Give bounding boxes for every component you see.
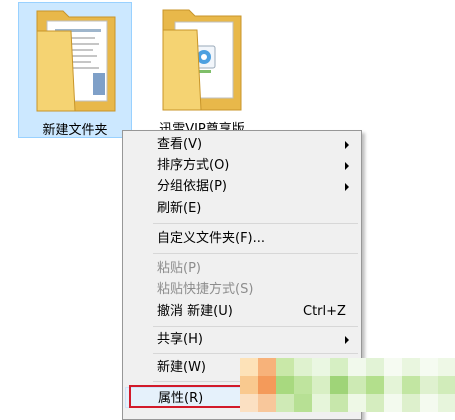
menu-item-label: 分组依据(P): [157, 179, 227, 194]
menu-item-customize-folder[interactable]: 自定义文件夹(F)...: [125, 228, 359, 249]
menu-item-paste-shortcut: 粘贴快捷方式(S): [125, 279, 359, 300]
menu-item-share[interactable]: 共享(H): [125, 329, 359, 350]
menu-item-refresh[interactable]: 刷新(E): [125, 198, 359, 219]
highlight-annotation-box: [129, 385, 246, 408]
menu-item-label: 排序方式(O): [157, 158, 230, 173]
folder-icon: [36, 10, 116, 112]
menu-separator: [153, 223, 358, 224]
menu-item-label: 查看(V): [157, 137, 203, 152]
menu-item-sort-by[interactable]: 排序方式(O): [125, 155, 359, 176]
menu-item-group-by[interactable]: 分组依据(P): [125, 176, 359, 197]
menu-item-label: 粘贴(P): [157, 261, 201, 276]
menu-item-paste: 粘贴(P): [125, 258, 359, 279]
menu-item-label: 刷新(E): [157, 201, 202, 216]
menu-separator: [153, 326, 358, 327]
folder-label: 新建文件夹: [42, 123, 108, 138]
menu-item-label: 共享(H): [157, 332, 203, 347]
folder-xunlei-vip[interactable]: 迅雷VIP尊享版: [145, 2, 259, 138]
menu-item-label: 撤消 新建(U): [157, 304, 233, 319]
submenu-arrow-icon: [345, 336, 349, 344]
menu-item-label: 新建(W): [157, 360, 206, 375]
mosaic-watermark: [240, 358, 455, 412]
submenu-arrow-icon: [345, 141, 349, 149]
submenu-arrow-icon: [345, 183, 349, 191]
folder-icon: [162, 9, 242, 111]
menu-item-label: 自定义文件夹(F)...: [157, 231, 266, 246]
menu-item-shortcut: Ctrl+Z: [303, 304, 346, 319]
menu-separator: [153, 253, 358, 254]
folder-new-folder[interactable]: 新建文件夹: [18, 2, 132, 138]
menu-item-view[interactable]: 查看(V): [125, 134, 359, 155]
menu-item-label: 粘贴快捷方式(S): [157, 282, 254, 297]
submenu-arrow-icon: [345, 162, 349, 170]
menu-item-undo-new[interactable]: 撤消 新建(U) Ctrl+Z: [125, 301, 359, 322]
